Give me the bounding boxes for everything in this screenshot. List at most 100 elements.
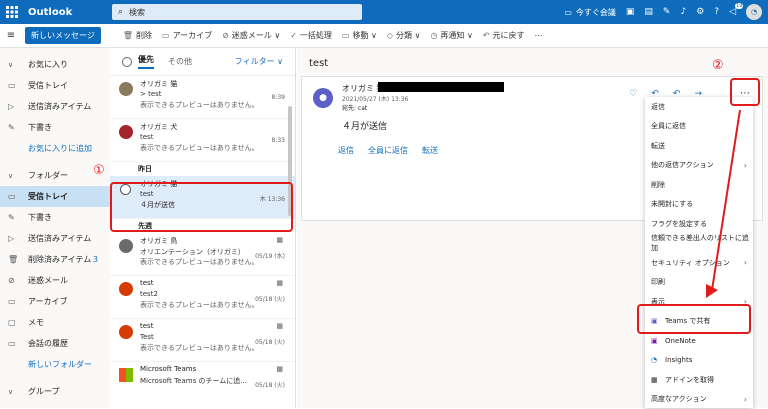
app-name[interactable]: Outlook [28,7,108,18]
chevron-right-icon: › [744,258,747,267]
search-placeholder: 検索 [129,7,145,18]
chevron-right-icon: › [744,395,747,404]
add-favorite-link[interactable]: お気に入りに追加 [0,138,110,159]
menu-item-print[interactable]: 印刷 [645,273,753,293]
select-all-checkbox[interactable] [122,57,132,67]
archive-icon: ▭ [162,31,170,40]
pencil-icon: ✎ [8,123,28,132]
undo-button[interactable]: ↶元に戻す [483,30,525,41]
delete-button[interactable]: 🗑削除 [123,30,152,41]
filter-button[interactable]: フィルター ∨ [235,56,283,67]
message-body: ４月が送信 [342,119,387,132]
sidebar-item-notes[interactable]: ▢メモ [0,312,110,333]
forward-link[interactable]: 転送 [422,145,438,156]
categorize-button[interactable]: ◇分類 ∨ [387,30,421,41]
meet-now-button[interactable]: ▭今すぐ会議 [564,7,616,18]
menu-item-reply-all[interactable]: 全員に返信 [645,117,753,137]
avatar [119,282,133,296]
menu-item-get-addins[interactable]: ▦アドインを取得 [645,370,753,390]
more-commands-button[interactable]: ⋯ [535,31,543,40]
list-item[interactable]: オリガミ 鳥 オリエンテーション（オリガミ） 表示できるプレビューはありません。… [110,233,295,276]
sidebar-item-drafts[interactable]: ✎下書き [0,207,110,228]
sidebar-item-junk[interactable]: ⊘迷惑メール [0,270,110,291]
like-icon[interactable]: ♡ [629,89,637,99]
menu-item-advanced[interactable]: 高度なアクション› [645,390,753,409]
folder-icon: ▭ [8,339,28,348]
avatar [119,125,133,139]
menu-item-flag[interactable]: フラグを設定する [645,214,753,234]
calendar-icon: ▦ [276,279,283,287]
app-launcher-icon[interactable] [0,0,24,24]
list-item[interactable]: test Test 表示できるプレビューはありません。 ▦ 05/18 (火) [110,319,295,362]
teams-icon[interactable]: ▣ [626,7,635,17]
sidebar-item-sent[interactable]: ▷送信済みアイテム [0,228,110,249]
feedback-icon[interactable]: ✎ [663,7,671,17]
list-item[interactable]: オリガミ 猫 > test 表示できるプレビューはありません。 8:39 [110,76,295,119]
menu-item-safe-sender[interactable]: 信頼できる差出人のリストに追加 [645,234,753,254]
reply-link[interactable]: 返信 [338,145,354,156]
folder-icon: ▭ [342,31,350,40]
sidebar-item-inbox[interactable]: ▭受信トレイ [0,186,110,207]
pencil-icon: ✎ [8,213,28,222]
list-item[interactable]: Microsoft Teams Microsoft Teams のチームに追..… [110,362,295,405]
gear-icon[interactable]: ⚙ [696,7,704,17]
trash-icon: 🗑 [8,255,28,264]
menu-item-forward[interactable]: 転送 [645,136,753,156]
tag-icon: ◇ [387,31,393,40]
trash-icon: 🗑 [123,31,133,40]
megaphone-icon[interactable]: ◁19 [729,7,736,17]
video-icon: ▭ [564,8,572,17]
help-icon[interactable]: ? [714,7,719,17]
sidebar-item-inbox-fav[interactable]: ▭受信トレイ [0,75,110,96]
redacted-block [378,82,504,92]
hamburger-icon[interactable]: ≡ [0,30,22,41]
annotation-two-box [730,78,760,106]
chevron-down-icon: ∨ [8,61,28,69]
clock-icon: ◷ [430,31,437,40]
tab-other[interactable]: その他 [168,56,192,67]
junk-button[interactable]: ⊘迷惑メール ∨ [222,30,280,41]
sidebar-item-deleted[interactable]: 🗑削除済みアイテム3 [0,249,110,270]
calendar-icon: ▦ [276,236,283,244]
menu-item-mark-unread[interactable]: 未開封にする [645,195,753,215]
folder-pane: ∨お気に入り ▭受信トレイ ▷送信済みアイテム ✎下書き お気に入りに追加 ∨フ… [0,48,110,408]
archive-icon: ▭ [8,297,28,306]
menu-item-delete[interactable]: 削除 [645,175,753,195]
search-box[interactable]: ⌕ 検索 [112,4,362,20]
move-button[interactable]: ▭移動 ∨ [342,30,377,41]
favorites-header[interactable]: ∨お気に入り [0,54,110,75]
menu-item-other-reply[interactable]: 他の返信アクション› [645,156,753,176]
sweep-button[interactable]: ✓一括処理 [290,30,332,41]
send-icon: ▷ [8,234,28,243]
bell-icon[interactable]: ♪ [680,7,686,17]
annotation-two-label: ② [712,58,724,73]
archive-button[interactable]: ▭アーカイブ [162,30,212,41]
new-message-button[interactable]: 新しいメッセージ [25,27,101,44]
avatar[interactable]: ◔ [746,4,762,20]
sidebar-item-drafts-fav[interactable]: ✎下書き [0,117,110,138]
sidebar-item-history[interactable]: ▭会話の履歴 [0,333,110,354]
list-item[interactable]: test test2 表示できるプレビューはありません。 ▦ 05/18 (火) [110,276,295,319]
menu-item-insights[interactable]: ◔Insights [645,351,753,371]
sweep-icon: ✓ [290,31,297,40]
sidebar-item-archive[interactable]: ▭アーカイブ [0,291,110,312]
chevron-right-icon: › [744,161,747,170]
groups-header[interactable]: ∨グループ [0,381,110,402]
menu-item-security[interactable]: セキュリティ オプション› [645,253,753,273]
list-item[interactable]: オリガミ 犬 test 表示できるプレビューはありません。 8:33 [110,119,295,162]
reply-all-link[interactable]: 全員に返信 [368,145,408,156]
more-actions-menu: 返信 全員に返信 転送 他の返信アクション› 削除 未開封にする フラグを設定す… [645,97,753,408]
snooze-button[interactable]: ◷再通知 ∨ [430,30,472,41]
calendar-icon: ▦ [276,365,283,373]
annotation-one-box [110,182,293,232]
avatar [119,82,133,96]
inbox-icon: ▭ [8,81,28,90]
new-folder-link[interactable]: 新しいフォルダー [0,354,110,375]
note-icon: ▢ [8,318,28,327]
sidebar-item-sent-fav[interactable]: ▷送信済みアイテム [0,96,110,117]
block-icon: ⊘ [222,31,229,40]
avatar [119,239,133,253]
tab-focused[interactable]: 優先 [138,54,154,69]
word-icon[interactable]: ▤ [644,7,653,17]
send-icon: ▷ [8,102,28,111]
